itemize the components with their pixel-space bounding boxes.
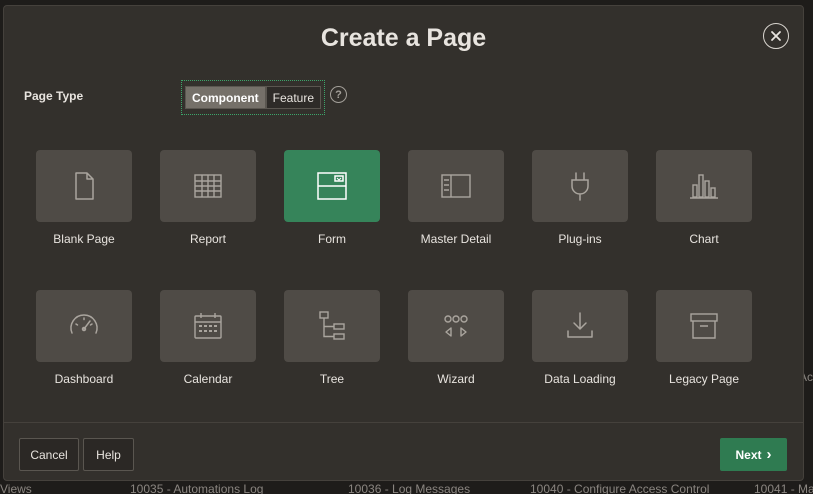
tile-label: Dashboard xyxy=(54,372,114,386)
tile-box[interactable] xyxy=(36,150,132,222)
tile-label: Legacy Page xyxy=(668,372,740,386)
form-icon xyxy=(317,172,347,200)
tile-box[interactable] xyxy=(284,150,380,222)
tile-label: Wizard xyxy=(437,372,475,386)
tile-report[interactable]: Report xyxy=(153,150,263,246)
close-button[interactable] xyxy=(763,23,789,49)
blank-page-icon xyxy=(75,172,94,200)
tree-icon xyxy=(319,311,345,340)
tile-box[interactable] xyxy=(408,150,504,222)
create-page-dialog: Create a Page Page Type Component Featur… xyxy=(3,5,804,481)
close-icon xyxy=(771,31,781,41)
report-grid-icon xyxy=(194,174,222,198)
help-button[interactable]: Help xyxy=(83,438,134,471)
wizard-icon xyxy=(444,315,468,337)
tile-label: Tree xyxy=(319,372,345,386)
tile-box[interactable] xyxy=(408,290,504,362)
tile-label: Chart xyxy=(689,232,719,246)
download-icon xyxy=(567,312,593,338)
cancel-button[interactable]: Cancel xyxy=(19,438,79,471)
tile-calendar[interactable]: Calendar xyxy=(153,290,263,386)
tile-wizard[interactable]: Wizard xyxy=(401,290,511,386)
tile-label: Blank Page xyxy=(53,232,115,246)
page-type-label: Page Type xyxy=(24,89,84,103)
tile-form[interactable]: Form xyxy=(277,150,387,246)
tile-chart[interactable]: Chart xyxy=(649,150,759,246)
tile-label: Plug-ins xyxy=(558,232,602,246)
tile-blank-page[interactable]: Blank Page xyxy=(29,150,139,246)
tile-box[interactable] xyxy=(532,290,628,362)
tile-label: Form xyxy=(318,232,346,246)
tile-box[interactable] xyxy=(36,290,132,362)
background-page-row: Views 10035 - Automations Log 10036 - Lo… xyxy=(0,482,813,494)
tile-master-detail[interactable]: Master Detail xyxy=(401,150,511,246)
tile-label: Master Detail xyxy=(420,232,492,246)
bar-chart-icon xyxy=(690,174,718,199)
tile-box[interactable] xyxy=(656,290,752,362)
next-button-label: Next xyxy=(735,447,762,462)
background-text: 10036 - Log Messages xyxy=(348,482,471,494)
master-detail-icon xyxy=(441,174,471,198)
help-icon[interactable]: ? xyxy=(330,86,347,103)
tile-box[interactable] xyxy=(532,150,628,222)
page-type-component-option[interactable]: Component xyxy=(185,86,266,109)
tile-box[interactable] xyxy=(160,290,256,362)
tile-label: Report xyxy=(189,232,227,246)
tile-plug-ins[interactable]: Plug-ins xyxy=(525,150,635,246)
background-text: 10040 - Configure Access Control xyxy=(530,482,710,494)
tile-box[interactable] xyxy=(284,290,380,362)
tile-label: Calendar xyxy=(183,372,233,386)
page-type-toggle: Component Feature xyxy=(181,80,326,115)
dialog-title: Create a Page xyxy=(320,24,487,52)
footer-divider xyxy=(4,422,803,423)
calendar-icon xyxy=(194,313,222,339)
tile-data-loading[interactable]: Data Loading xyxy=(525,290,635,386)
tile-tree[interactable]: Tree xyxy=(277,290,387,386)
background-text: 10041 - Ma xyxy=(754,482,813,494)
gauge-icon xyxy=(70,314,98,334)
tile-box[interactable] xyxy=(160,150,256,222)
background-text: Views xyxy=(0,482,32,494)
plug-icon xyxy=(571,172,589,201)
background-text: 10035 - Automations Log xyxy=(130,482,264,494)
tile-legacy-page[interactable]: Legacy Page xyxy=(649,290,759,386)
tile-dashboard[interactable]: Dashboard xyxy=(29,290,139,386)
tile-box[interactable] xyxy=(656,150,752,222)
page-type-feature-option[interactable]: Feature xyxy=(265,86,322,109)
tile-label: Data Loading xyxy=(544,372,616,386)
next-button[interactable]: Next › xyxy=(720,438,787,471)
archive-box-icon xyxy=(690,313,718,339)
chevron-right-icon: › xyxy=(766,446,772,463)
